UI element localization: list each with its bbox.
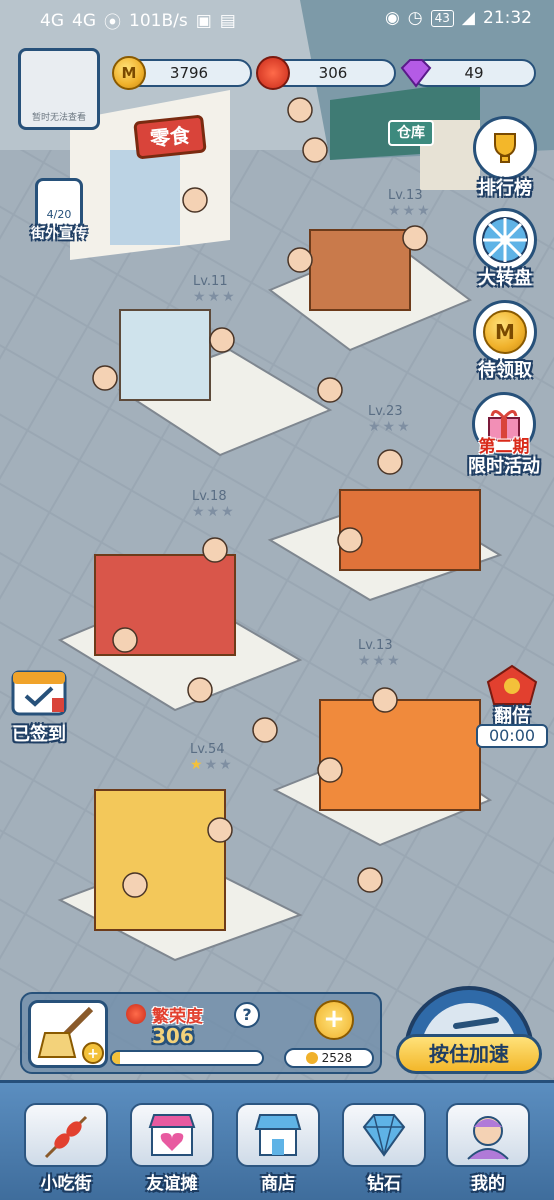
broom-icon: + xyxy=(37,1006,104,1064)
game-screen: 4G 4G ⦿ 101B/s ▣ ▤ ◉ ◷ 43 ◢ 21:32 暂时无法查看… xyxy=(0,0,554,1200)
street-promo-button[interactable]: 4/20 街外宣传 xyxy=(27,178,91,242)
clock: 21:32 xyxy=(483,8,532,28)
stall-3-level[interactable]: Lv.23 ★★★ xyxy=(368,404,412,435)
warehouse-sign[interactable]: 仓库 xyxy=(388,120,434,146)
trophy-icon xyxy=(473,116,537,180)
stall-1-level[interactable]: Lv.11 ★★★ xyxy=(193,274,237,305)
signin-label: 已签到 xyxy=(12,724,66,745)
stall-level-text: Lv.13 xyxy=(388,188,423,203)
gold-coin-icon: M xyxy=(112,56,146,90)
stall-6-level[interactable]: Lv.54 ★★★ xyxy=(190,742,234,773)
skewer-icon xyxy=(44,1115,88,1159)
stall-5 xyxy=(319,699,481,811)
diamond-icon xyxy=(400,59,432,88)
battery-indicator: 43 xyxy=(430,9,454,27)
leaderboard-button[interactable]: 排行榜 xyxy=(470,116,540,199)
alarm-icon: ◷ xyxy=(407,8,423,28)
pending-reward-button[interactable]: M 待领取 xyxy=(470,300,540,382)
double-reward-button[interactable]: 翻倍 00:00 xyxy=(474,662,550,748)
coin-balance-value: 2528 xyxy=(321,1051,353,1065)
eye-icon: ◉ xyxy=(384,8,400,28)
star-rating: ★★★ xyxy=(192,504,236,520)
stall-heart-icon xyxy=(148,1114,196,1156)
daily-signin-button[interactable]: 已签到 xyxy=(6,664,72,745)
stall-level-text: Lv.18 xyxy=(192,489,227,504)
net-speed: 101B/s xyxy=(129,10,188,31)
star-rating: ★★★ xyxy=(368,419,412,435)
prosperity-progress-bar xyxy=(110,1050,264,1066)
stall-level-text: Lv.54 xyxy=(190,742,225,757)
stall-2-level[interactable]: Lv.13 ★★★ xyxy=(388,188,432,219)
snack-shop-sign: 零食 xyxy=(133,114,207,160)
progress-fill xyxy=(112,1052,120,1064)
small-coin-icon xyxy=(305,1052,318,1064)
stall-2 xyxy=(309,229,411,311)
stall-1 xyxy=(119,309,211,401)
notification-icon: ▣ xyxy=(195,10,212,31)
lantern-counter[interactable]: 306 xyxy=(256,56,396,90)
nav-friend-stall[interactable] xyxy=(130,1103,214,1167)
star-rating: ★★★ xyxy=(190,757,234,773)
diamond-icon xyxy=(362,1114,406,1157)
status-bar: 4G 4G ⦿ 101B/s ▣ ▤ ◉ ◷ 43 ◢ 21:32 xyxy=(0,0,554,38)
star-rating: ★★★ xyxy=(193,289,237,305)
shop-icon xyxy=(254,1114,302,1156)
stall-5-level[interactable]: Lv.13 ★★★ xyxy=(358,638,402,669)
limited-event-button[interactable]: 第二期 限时活动 xyxy=(466,392,542,484)
promo-label: 街外宣传 xyxy=(31,226,87,242)
spin-wheel-button[interactable]: 大转盘 xyxy=(470,208,540,290)
bottom-nav: 小吃街 友谊摊 商店 钻石 我的 xyxy=(0,1080,554,1200)
star-rating: ★★★ xyxy=(388,203,432,219)
prosperity-panel: + 繁荣度 ? 306 + 2528 xyxy=(20,992,382,1074)
speedup-button[interactable]: 按住加速 xyxy=(396,1034,542,1074)
leaderboard-label: 排行榜 xyxy=(478,178,532,199)
speedup-area[interactable]: 按住加速 xyxy=(396,956,542,1080)
nav-profile[interactable] xyxy=(446,1103,530,1167)
star-rating: ★★★ xyxy=(358,653,402,669)
pending-reward-label: 待领取 xyxy=(478,360,532,381)
red-envelope-icon xyxy=(486,664,538,705)
prosperity-lantern-icon xyxy=(126,1004,146,1024)
nav-diamond[interactable] xyxy=(342,1103,426,1167)
coin-icon: M xyxy=(473,300,537,364)
gold-coin-counter[interactable]: 3796 M xyxy=(112,56,252,90)
wifi-icon: ⦿ xyxy=(104,13,121,33)
help-button[interactable]: ? xyxy=(234,1002,260,1028)
nav-shop-label: 商店 xyxy=(261,1174,295,1194)
avatar-caption: 暂时无法查看 xyxy=(31,113,86,123)
stall-4-level[interactable]: Lv.18 ★★★ xyxy=(192,489,236,520)
nav-snack-street-label: 小吃街 xyxy=(40,1174,92,1194)
coin-balance: 2528 xyxy=(284,1048,374,1068)
svg-text:+: + xyxy=(87,1046,99,1062)
spin-wheel-label: 大转盘 xyxy=(478,268,532,289)
add-coins-button[interactable]: + xyxy=(314,1000,354,1040)
nav-snack-street[interactable] xyxy=(24,1103,108,1167)
nav-shop[interactable] xyxy=(236,1103,320,1167)
stall-level-text: Lv.23 xyxy=(368,404,403,419)
wheel-icon xyxy=(473,208,537,272)
plus-icon: + xyxy=(323,1004,345,1034)
stall-3 xyxy=(339,489,481,571)
prosperity-value: 306 xyxy=(152,1024,194,1048)
diamond-counter[interactable]: 49 xyxy=(398,56,536,90)
signal-2: 4G xyxy=(72,10,96,31)
promo-progress: 4/20 xyxy=(46,208,72,221)
stall-level-text: Lv.13 xyxy=(358,638,393,653)
stall-6 xyxy=(94,789,226,931)
broom-button[interactable]: + xyxy=(28,1000,108,1068)
lantern-icon xyxy=(256,56,290,90)
signal-icon: ◢ xyxy=(461,8,475,28)
nav-diamond-label: 钻石 xyxy=(367,1174,401,1194)
nav-friend-stall-label: 友谊摊 xyxy=(146,1174,198,1194)
profile-icon xyxy=(467,1116,509,1160)
stall-level-text: Lv.11 xyxy=(193,274,228,289)
limited-event-label: 限时活动 xyxy=(468,456,540,477)
nav-profile-label: 我的 xyxy=(471,1174,505,1194)
signal-1: 4G xyxy=(40,10,64,31)
double-timer: 00:00 xyxy=(476,724,548,748)
player-avatar[interactable]: 暂时无法查看 xyxy=(18,48,100,130)
calendar-icon xyxy=(11,670,67,716)
image-icon: ▤ xyxy=(219,10,236,31)
